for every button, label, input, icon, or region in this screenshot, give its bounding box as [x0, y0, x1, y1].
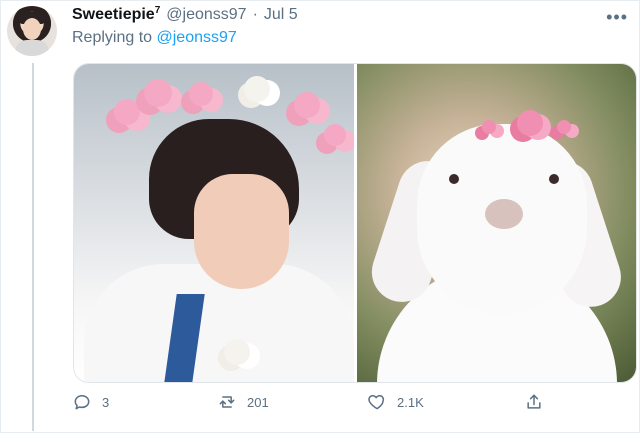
display-name-text: Sweetiepie: [72, 6, 155, 23]
share-icon: [524, 392, 544, 412]
replying-label: Replying to: [72, 29, 153, 46]
tweet-header: Sweetiepie7 @jeonss97 · Jul 5: [72, 5, 600, 27]
photo-1-flower: [114, 99, 140, 125]
photo-2-bunny-eye: [448, 174, 459, 184]
photo-2-flower-crown: [412, 102, 602, 162]
photo-2-bunny-eye: [548, 174, 559, 184]
user-handle[interactable]: @jeonss97: [166, 6, 246, 24]
photo-1-flower: [244, 76, 270, 102]
like-button[interactable]: 2.1K: [367, 392, 424, 412]
photo-1-flower: [189, 82, 213, 106]
photo-2-bloom: [481, 120, 496, 134]
photo-1-flower: [144, 79, 172, 107]
avatar-body: [15, 40, 49, 56]
heart-icon: [367, 392, 387, 412]
media-photo-1[interactable]: [74, 64, 354, 382]
avatar-face: [23, 18, 41, 40]
reply-icon: [72, 392, 92, 412]
photo-2-bunny-nose: [484, 199, 523, 229]
thread-line: [32, 63, 34, 431]
like-count: 2.1K: [397, 394, 424, 410]
photo-1-flower: [324, 124, 346, 146]
mention-link[interactable]: @jeonss97: [157, 29, 237, 46]
tweet-actions: 3 201 2.1K: [72, 392, 552, 416]
media-grid: [73, 63, 637, 383]
display-name[interactable]: Sweetiepie7: [72, 5, 160, 24]
display-name-suffix: 7: [154, 5, 161, 16]
retweet-button[interactable]: 201: [217, 392, 269, 412]
retweet-count: 201: [247, 394, 269, 410]
photo-2-bloom: [516, 110, 543, 136]
avatar[interactable]: [7, 6, 57, 56]
reply-count: 3: [102, 394, 110, 410]
reply-button[interactable]: 3: [72, 392, 109, 412]
retweet-icon: [217, 392, 237, 412]
media-photo-2[interactable]: [356, 64, 636, 382]
photo-2-bloom: [556, 120, 571, 134]
more-icon[interactable]: •••: [606, 7, 628, 28]
tweet-date[interactable]: Jul 5: [264, 6, 298, 24]
photo-1-boutonniere: [224, 339, 250, 365]
photo-1-face: [194, 174, 289, 289]
replying-to: Replying to @jeonss97: [72, 29, 237, 47]
separator-dot: ·: [252, 6, 258, 23]
share-button[interactable]: [524, 392, 544, 412]
photo-1-flower: [294, 92, 320, 118]
